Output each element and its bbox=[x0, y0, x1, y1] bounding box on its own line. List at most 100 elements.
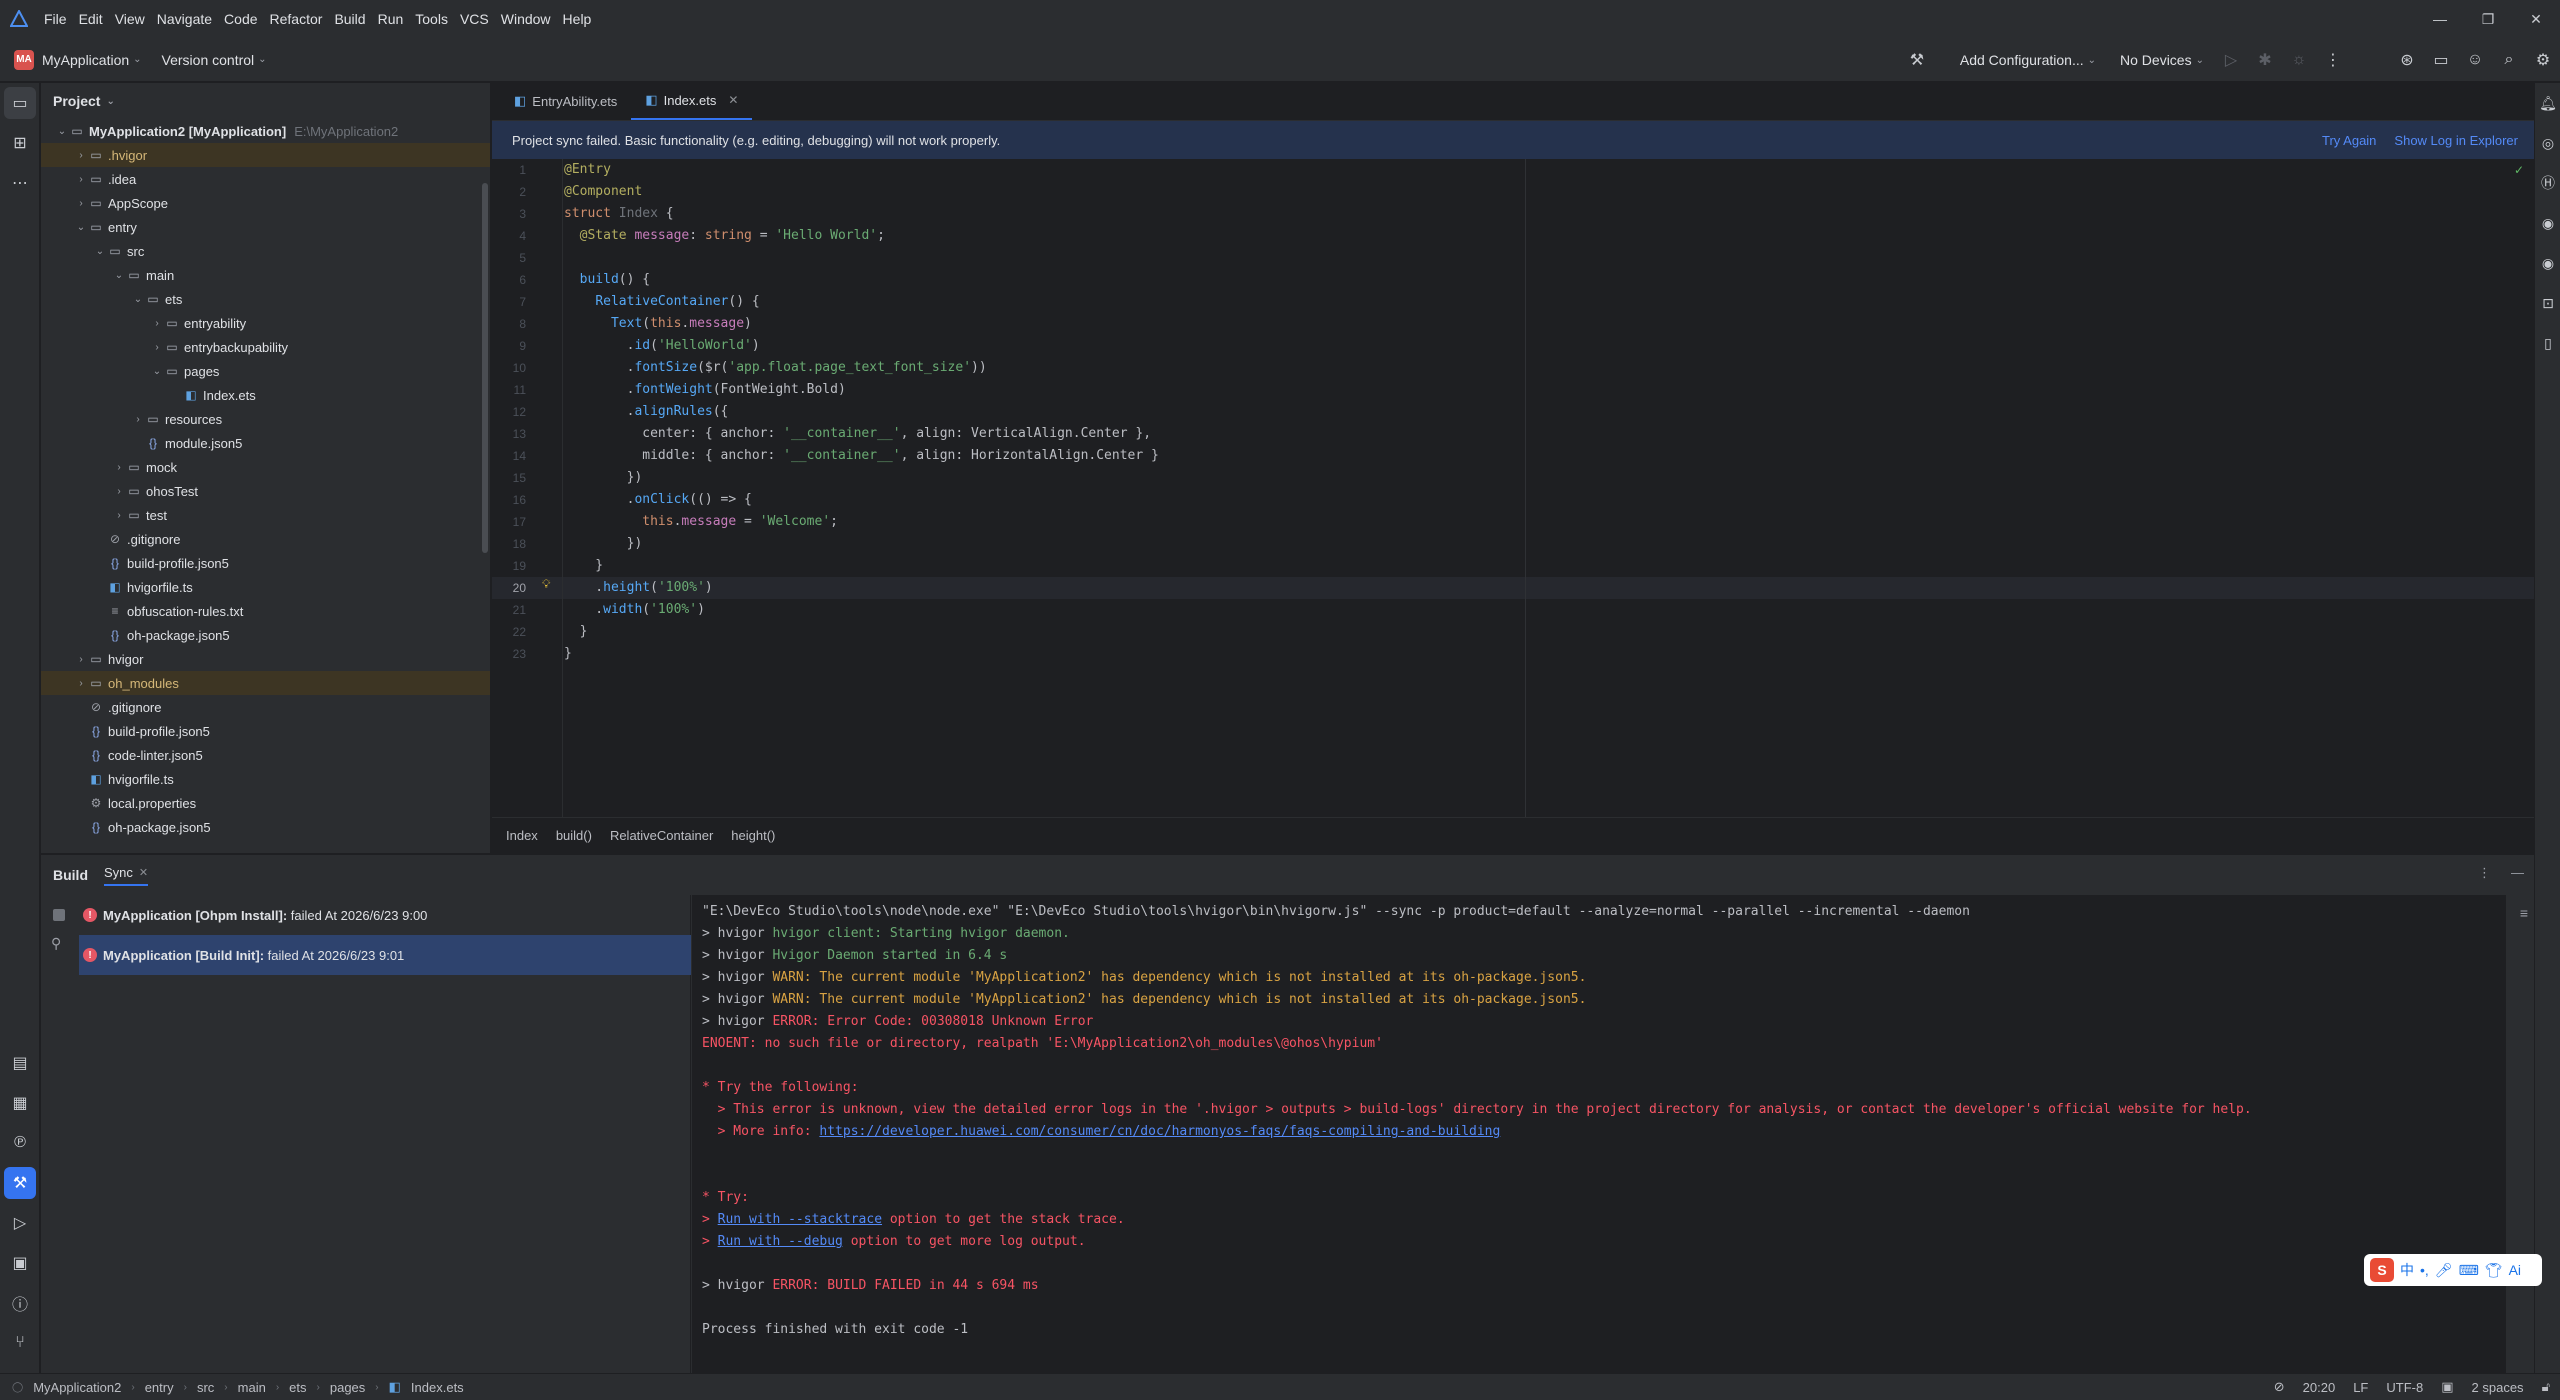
settings-gear-icon[interactable]: ⚙ bbox=[2526, 43, 2560, 77]
project-view-icon[interactable]: ▭ bbox=[4, 87, 36, 119]
microphone-icon[interactable]: 🎤︎ bbox=[2435, 1262, 2453, 1279]
tree-item[interactable]: › ▭ hvigor bbox=[41, 647, 490, 671]
menu-view[interactable]: View bbox=[109, 11, 151, 27]
status-path-item[interactable]: pages bbox=[330, 1380, 365, 1395]
project-switcher[interactable]: MyApplication ⌄ bbox=[42, 52, 142, 68]
terminal-icon[interactable]: ▣ bbox=[0, 1243, 40, 1283]
chevron-right-icon[interactable]: › bbox=[150, 342, 164, 353]
tree-item[interactable]: ⌄ ▭ main bbox=[41, 263, 490, 287]
tree-item[interactable]: › ▭ .hvigor bbox=[41, 143, 490, 167]
console-link[interactable]: Run with --debug bbox=[718, 1234, 843, 1249]
chevron-right-icon[interactable]: › bbox=[112, 510, 126, 521]
show-log-link[interactable]: Show Log in Explorer bbox=[2394, 133, 2518, 148]
account-icon[interactable]: ☺ bbox=[2458, 43, 2492, 77]
more-tools-icon[interactable]: ⋯ bbox=[0, 163, 40, 203]
tree-item[interactable]: {} code-linter.json5 bbox=[41, 743, 490, 767]
menu-help[interactable]: Help bbox=[557, 11, 598, 27]
device-preview-icon[interactable]: ▯ bbox=[2535, 323, 2560, 363]
code-area[interactable]: 1 2 3 4 5 6 7 8 9 10 11 12 13 14 15 16 17 18 19 20 21 22 23 @E… bbox=[492, 159, 2534, 817]
git-icon[interactable]: ⑂ bbox=[0, 1323, 40, 1363]
problems-icon[interactable]: ⓘ bbox=[0, 1283, 40, 1323]
tree-item[interactable]: › ▭ resources bbox=[41, 407, 490, 431]
tree-item[interactable]: ⌄ ▭ entry bbox=[41, 215, 490, 239]
menu-edit[interactable]: Edit bbox=[73, 11, 109, 27]
breadcrumb-item[interactable]: RelativeContainer bbox=[610, 828, 713, 843]
close-tab-icon[interactable]: ✕ bbox=[728, 93, 738, 107]
skin-icon[interactable]: 👕︎ bbox=[2485, 1262, 2503, 1279]
menu-vcs[interactable]: VCS bbox=[454, 11, 495, 27]
more-actions-icon[interactable]: ⋮ bbox=[2316, 43, 2350, 77]
tree-item[interactable]: ⊘ .gitignore bbox=[41, 527, 490, 551]
chevron-right-icon[interactable]: › bbox=[112, 462, 126, 473]
tree-item[interactable]: {} build-profile.json5 bbox=[41, 551, 490, 575]
editorconfig-icon[interactable]: ▣ bbox=[2441, 1379, 2453, 1395]
breadcrumb-item[interactable]: height() bbox=[731, 828, 775, 843]
run-tool-icon[interactable]: ▷ bbox=[0, 1203, 40, 1243]
notifications-icon[interactable]: 🔔︎ bbox=[2535, 83, 2560, 123]
close-window-icon[interactable]: ✕ bbox=[2512, 0, 2560, 38]
tree-item[interactable]: › ▭ mock bbox=[41, 455, 490, 479]
chevron-right-icon[interactable]: › bbox=[112, 486, 126, 497]
tree-item[interactable]: ⌄ ▭ pages bbox=[41, 359, 490, 383]
status-path-item[interactable]: Index.ets bbox=[411, 1380, 464, 1395]
tree-item[interactable]: › ▭ test bbox=[41, 503, 490, 527]
assistant-icon[interactable]: ◎ bbox=[2535, 123, 2560, 163]
stop-icon[interactable] bbox=[53, 909, 65, 921]
tree-item[interactable]: ◧ hvigorfile.ts bbox=[41, 767, 490, 791]
minimize-icon[interactable]: — bbox=[2416, 0, 2464, 38]
soft-wrap-icon[interactable]: ≡ bbox=[2520, 905, 2528, 921]
tree-item[interactable]: › ▭ AppScope bbox=[41, 191, 490, 215]
status-path-item[interactable]: src bbox=[197, 1380, 214, 1395]
services-icon[interactable]: ▦ bbox=[0, 1083, 40, 1123]
tree-item[interactable]: ≡ obfuscation-rules.txt bbox=[41, 599, 490, 623]
project-panel-header[interactable]: Project ⌄ bbox=[41, 83, 490, 119]
breadcrumb-item[interactable]: build() bbox=[556, 828, 592, 843]
chevron-down-icon[interactable]: ⌄ bbox=[112, 270, 126, 281]
close-tab-icon[interactable]: ✕ bbox=[139, 866, 148, 879]
status-path-item[interactable]: main bbox=[238, 1380, 266, 1395]
no-problems-icon[interactable]: ⊘ bbox=[2274, 1379, 2285, 1395]
indent-setting[interactable]: 2 spaces bbox=[2472, 1380, 2524, 1395]
debug-icon[interactable]: ✱ bbox=[2248, 43, 2282, 77]
tree-item[interactable]: ⌄ ▭ src bbox=[41, 239, 490, 263]
version-control-menu[interactable]: Version control ⌄ bbox=[162, 52, 267, 68]
chevron-down-icon[interactable]: ⌄ bbox=[131, 294, 145, 305]
tree-item[interactable]: ◧ Index.ets bbox=[41, 383, 490, 407]
menu-navigate[interactable]: Navigate bbox=[151, 11, 218, 27]
chevron-right-icon[interactable]: › bbox=[74, 174, 88, 185]
tab-index-ets[interactable]: ◧ Index.ets ✕ bbox=[631, 82, 753, 120]
profile-icon[interactable]: ☼ bbox=[2282, 43, 2316, 77]
chevron-down-icon[interactable]: ⌄ bbox=[93, 246, 107, 257]
device-manager-icon[interactable]: ⊛ bbox=[2390, 43, 2424, 77]
tab-entryability-ets[interactable]: ◧ EntryAbility.ets bbox=[500, 82, 631, 120]
ime-lang[interactable]: 中 bbox=[2400, 1260, 2414, 1280]
folder-sync-icon[interactable]: ▭ bbox=[2424, 43, 2458, 77]
chevron-down-icon[interactable]: ⌄ bbox=[150, 366, 164, 377]
options-icon[interactable]: ⋮ bbox=[2478, 865, 2491, 881]
tree-item[interactable]: › ▭ oh_modules bbox=[41, 671, 490, 695]
build-hammer-icon[interactable]: ⚒ bbox=[1900, 43, 1934, 77]
harmony-icon[interactable]: Ⓗ bbox=[2535, 163, 2560, 203]
run-icon[interactable]: ▷ bbox=[2214, 43, 2248, 77]
ai-icon[interactable]: ◉ bbox=[2535, 203, 2560, 243]
console-link[interactable]: Run with --stacktrace bbox=[718, 1212, 882, 1227]
tree-item[interactable]: › ▭ entrybackupability bbox=[41, 335, 490, 359]
lock-icon[interactable]: 🔓︎ bbox=[2542, 1379, 2550, 1395]
menu-build[interactable]: Build bbox=[328, 11, 371, 27]
todo-icon[interactable]: ▤ bbox=[0, 1043, 40, 1083]
chevron-right-icon[interactable]: › bbox=[74, 150, 88, 161]
ime-ai[interactable]: Ai bbox=[2509, 1262, 2521, 1278]
menu-file[interactable]: File bbox=[38, 11, 73, 27]
menu-refactor[interactable]: Refactor bbox=[264, 11, 329, 27]
chevron-right-icon[interactable]: › bbox=[74, 678, 88, 689]
ime-toolbar[interactable]: S 中 •, 🎤︎ ⌨ 👕︎ Ai bbox=[2364, 1254, 2542, 1286]
tree-item[interactable]: {} oh-package.json5 bbox=[41, 815, 490, 839]
tree-item[interactable]: ◧ hvigorfile.ts bbox=[41, 575, 490, 599]
profiler-icon[interactable]: ℗ bbox=[0, 1123, 40, 1163]
line-separator[interactable]: LF bbox=[2353, 1380, 2368, 1395]
menu-code[interactable]: Code bbox=[218, 11, 263, 27]
keyboard-icon[interactable]: ⌨ bbox=[2459, 1262, 2479, 1279]
build-task-row[interactable]: ! MyApplication [Ohpm Install]: failed At… bbox=[79, 895, 691, 935]
tree-item[interactable]: ⌄ ▭ ets bbox=[41, 287, 490, 311]
lightbulb-icon[interactable]: 💡︎ bbox=[542, 577, 550, 592]
